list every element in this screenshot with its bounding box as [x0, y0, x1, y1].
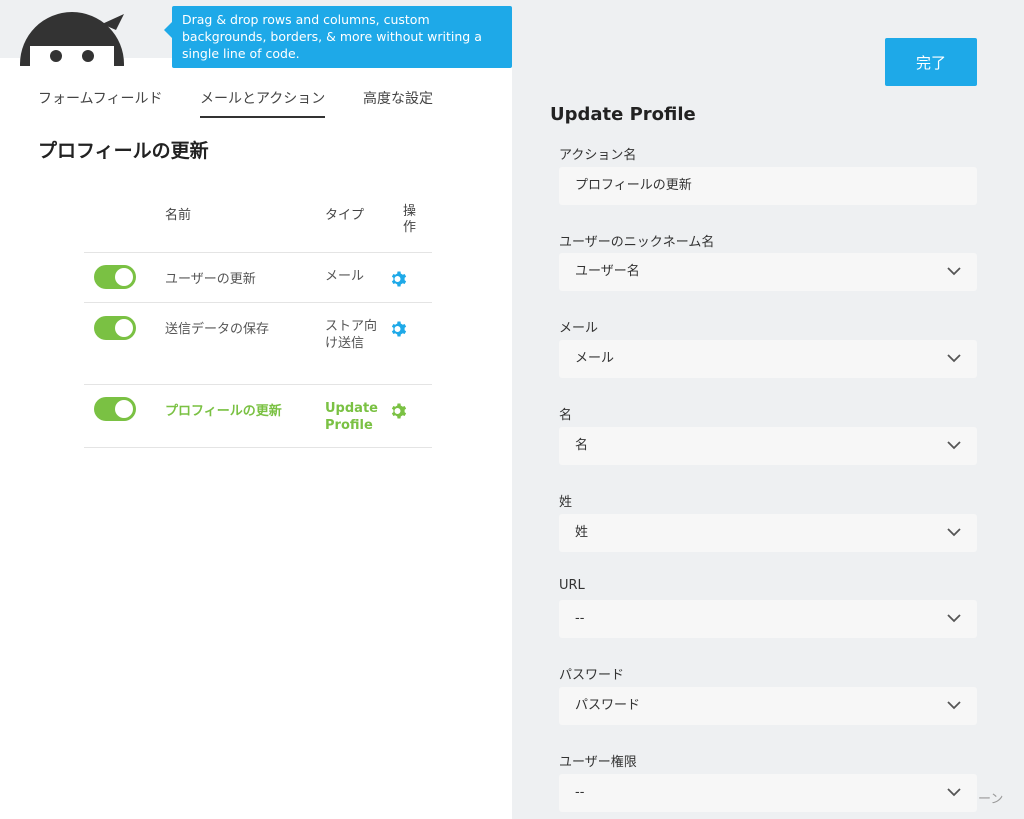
tooltip-text: Drag & drop rows and columns, custom bac… — [182, 12, 482, 61]
row-type: Update Profile — [325, 401, 378, 433]
tab-emails-actions[interactable]: メールとアクション — [200, 88, 326, 118]
chevron-down-icon — [947, 788, 961, 797]
row-type: メール — [325, 269, 365, 284]
action-name-input[interactable]: プロフィールの更新 — [559, 167, 977, 205]
action-list-title: プロフィールの更新 — [38, 140, 209, 162]
enable-toggle[interactable] — [94, 265, 136, 289]
row-name: 送信データの保存 — [165, 322, 270, 337]
first-name-select[interactable]: 名 — [559, 427, 977, 465]
field-label-url: URL — [559, 578, 585, 593]
header-actions: 操作 — [403, 204, 417, 235]
chevron-down-icon — [947, 354, 961, 363]
gear-icon[interactable] — [390, 402, 408, 420]
table-row: ユーザーの更新 メール — [84, 252, 432, 302]
header-name: 名前 — [165, 208, 192, 223]
table-row: 送信データの保存 ストア向け送信 — [84, 302, 432, 384]
done-button[interactable]: 完了 — [885, 38, 977, 86]
panel-title: Update Profile — [550, 104, 696, 125]
select-value: -- — [575, 785, 585, 800]
last-name-select[interactable]: 姓 — [559, 514, 977, 552]
user-role-select[interactable]: -- — [559, 774, 977, 812]
select-value: ユーザー名 — [575, 264, 640, 279]
field-label-email: メール — [559, 321, 599, 336]
password-select[interactable]: パスワード — [559, 687, 977, 725]
tooltip: Drag & drop rows and columns, custom bac… — [164, 6, 512, 68]
chevron-down-icon — [947, 528, 961, 537]
enable-toggle[interactable] — [94, 316, 136, 340]
select-value: パスワード — [575, 698, 641, 713]
field-label-action-name: アクション名 — [559, 148, 637, 163]
select-value: 名 — [575, 438, 589, 453]
field-label-nickname: ユーザーのニックネーム名 — [559, 235, 715, 250]
gear-icon[interactable] — [390, 270, 408, 288]
enable-toggle[interactable] — [94, 397, 136, 421]
chevron-down-icon — [947, 701, 961, 710]
tab-advanced[interactable]: 高度な設定 — [363, 88, 433, 116]
row-name: ユーザーの更新 — [165, 272, 256, 287]
left-panel: Drag & drop rows and columns, custom bac… — [0, 0, 512, 819]
chevron-down-icon — [947, 614, 961, 623]
row-type: ストア向け送信 — [325, 319, 378, 351]
header-type: タイプ — [325, 208, 365, 223]
chevron-down-icon — [947, 441, 961, 450]
gear-icon[interactable] — [390, 320, 408, 338]
url-select[interactable]: -- — [559, 600, 977, 638]
field-label-user-role: ユーザー権限 — [559, 755, 637, 770]
side-text: ーン — [978, 792, 1004, 807]
field-label-password: パスワード — [559, 668, 625, 683]
email-select[interactable]: メール — [559, 340, 977, 378]
settings-panel: 完了 Update Profile アクション名 プロフィールの更新 ユーザーの… — [512, 0, 1024, 819]
select-value: -- — [575, 611, 585, 626]
select-value: 姓 — [575, 525, 589, 540]
nickname-select[interactable]: ユーザー名 — [559, 253, 977, 291]
select-value: メール — [575, 351, 615, 366]
field-label-last-name: 姓 — [559, 495, 573, 510]
row-name: プロフィールの更新 — [165, 404, 282, 419]
table-row: プロフィールの更新 Update Profile — [84, 384, 432, 448]
field-label-first-name: 名 — [559, 408, 573, 423]
tab-form-fields[interactable]: フォームフィールド — [38, 88, 162, 116]
ninja-logo-icon — [20, 12, 124, 66]
chevron-down-icon — [947, 267, 961, 276]
